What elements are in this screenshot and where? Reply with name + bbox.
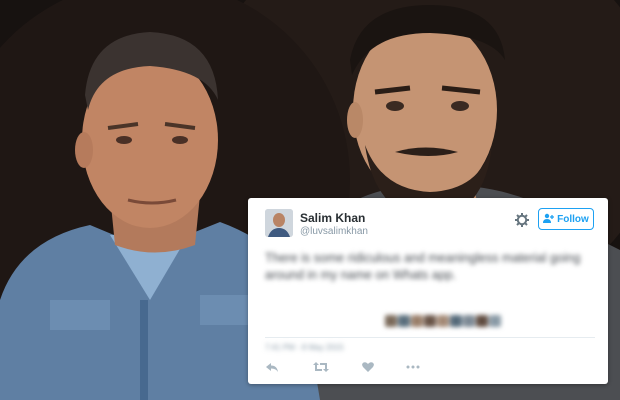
user-handle[interactable]: @luvsalimkhan — [300, 226, 368, 237]
favorite-stat[interactable] — [313, 308, 321, 325]
gear-icon[interactable] — [514, 212, 530, 228]
follow-button[interactable]: Follow — [538, 208, 594, 230]
more-icon[interactable] — [405, 360, 420, 374]
retweet-stat[interactable] — [265, 308, 275, 325]
tweet-actions — [265, 360, 595, 376]
follow-label: Follow — [557, 213, 589, 225]
retweet-icon[interactable] — [313, 360, 329, 374]
liker-avatars — [385, 314, 502, 332]
add-user-icon — [543, 213, 555, 226]
like-icon[interactable] — [361, 360, 375, 374]
avatar[interactable] — [265, 209, 293, 237]
reply-icon[interactable] — [265, 360, 279, 374]
display-name[interactable]: Salim Khan — [300, 211, 365, 225]
tweet-timestamp: 7:41 PM - 8 May 2015 — [265, 343, 344, 352]
tweet-stats — [265, 308, 595, 332]
tweet-text: There is some ridiculous and meaningless… — [265, 251, 581, 282]
divider — [265, 337, 595, 338]
tweet-card: Salim Khan @luvsalimkhan Follow There is… — [248, 198, 608, 384]
